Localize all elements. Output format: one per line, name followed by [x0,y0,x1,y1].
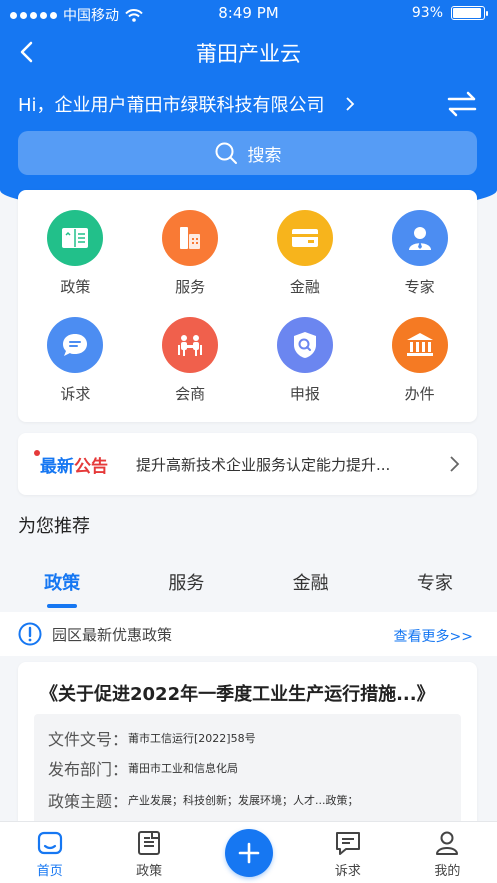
tabbar-policy[interactable]: 政策 [99,822,198,883]
detail-value: 莆田市工业和信息化局 [128,762,238,775]
tabbar-add[interactable] [199,822,298,883]
page-title: 莆田产业云 [196,42,301,66]
policy-icon [47,210,104,266]
tab-expert[interactable]: 专家 [373,552,497,610]
info-icon [18,622,42,646]
search-icon [215,142,237,164]
expert-icon [391,210,448,266]
tab-service[interactable]: 服务 [124,552,248,610]
service-item-office[interactable]: 办件 [362,317,477,404]
greeting-text: Hi，企业用户莆田市绿联科技有限公司 [18,95,325,116]
service-label: 金融 [289,278,320,296]
chevron-right-icon [345,97,354,111]
detail-row: 政策主题： 产业发展；科技创新；发展环境；人才...政策； [48,788,359,812]
finance-icon [276,210,333,266]
detail-value: 莆市工信运行[2022]58号 [128,732,256,745]
service-label: 专家 [404,278,435,296]
recommend-tabs: 政策 服务 金融 专家 [0,552,497,610]
announcement-badge: 最新公告 [34,449,116,477]
tabbar-home[interactable]: 首页 [0,822,99,883]
service-item-expert[interactable]: 专家 [362,210,477,297]
plus-icon [238,842,259,864]
detail-key: 发布部门： [48,760,129,779]
view-more-link[interactable]: 查看更多>> [394,626,473,646]
service-label: 会商 [175,385,206,403]
tabbar-mine[interactable]: 我的 [398,822,497,883]
tab-policy[interactable]: 政策 [0,552,124,610]
declare-icon [276,317,333,373]
search-label: 搜索 [247,145,282,166]
service-item-declare[interactable]: 申报 [248,317,363,404]
service-grid-card: 政策 服务 金融 专家 诉求 会商 申报 办件 [18,190,477,422]
detail-row: 发布部门： 莆田市工业和信息化局 [48,756,238,780]
document-icon [138,831,161,855]
service-item-service[interactable]: 服务 [133,210,248,297]
detail-key: 政策主题： [48,792,129,811]
detail-row: 文件文号： 莆市工信运行[2022]58号 [48,726,256,750]
policy-header: 园区最新优惠政策 查看更多>> [0,612,497,656]
nav-bar: 莆田产业云 [0,30,497,74]
battery-icon [451,6,488,20]
recommend-title: 为您推荐 [18,516,90,537]
home-icon [37,831,62,855]
service-label: 服务 [175,278,206,296]
add-button[interactable] [224,829,273,877]
battery-percent: 93% [411,5,443,21]
service-item-meeting[interactable]: 会商 [133,317,248,404]
service-item-policy[interactable]: 政策 [18,210,133,297]
red-dot-icon [34,449,40,456]
meeting-icon [162,317,219,373]
service-label: 办件 [404,385,435,403]
detail-key: 文件文号： [48,730,129,749]
service-label: 申报 [289,385,320,403]
policy-header-label: 园区最新优惠政策 [52,625,173,644]
appeal-icon [47,317,104,373]
detail-value: 产业发展；科技创新；发展环境；人才...政策； [128,794,359,807]
user-icon [436,831,459,855]
service-label: 政策 [60,278,91,296]
service-item-appeal[interactable]: 诉求 [18,317,133,404]
status-bar: 中国移动 8:49 PM 93% [0,0,497,28]
search-bar[interactable]: 搜索 [18,131,477,175]
chevron-right-icon [450,456,460,472]
service-grid: 政策 服务 金融 专家 诉求 会商 申报 办件 [18,190,477,404]
policy-title: 《关于促进2022年一季度工业生产运行措施...》 [40,684,435,705]
office-icon [391,317,448,373]
greeting-row[interactable]: Hi，企业用户莆田市绿联科技有限公司 [18,88,478,120]
announcement-text: 提升高新技术企业服务认定能力提升... [136,455,391,474]
service-icon [162,210,219,266]
message-icon [335,832,360,855]
switch-account-icon[interactable] [446,90,478,118]
tab-finance[interactable]: 金融 [249,552,373,610]
tabbar-appeal[interactable]: 诉求 [298,822,397,883]
service-label: 诉求 [60,385,91,403]
service-item-finance[interactable]: 金融 [248,210,363,297]
bottom-tab-bar: 首页 政策 诉求 我的 [0,821,497,883]
announcement-bar[interactable]: 最新公告 提升高新技术企业服务认定能力提升... [18,433,477,495]
